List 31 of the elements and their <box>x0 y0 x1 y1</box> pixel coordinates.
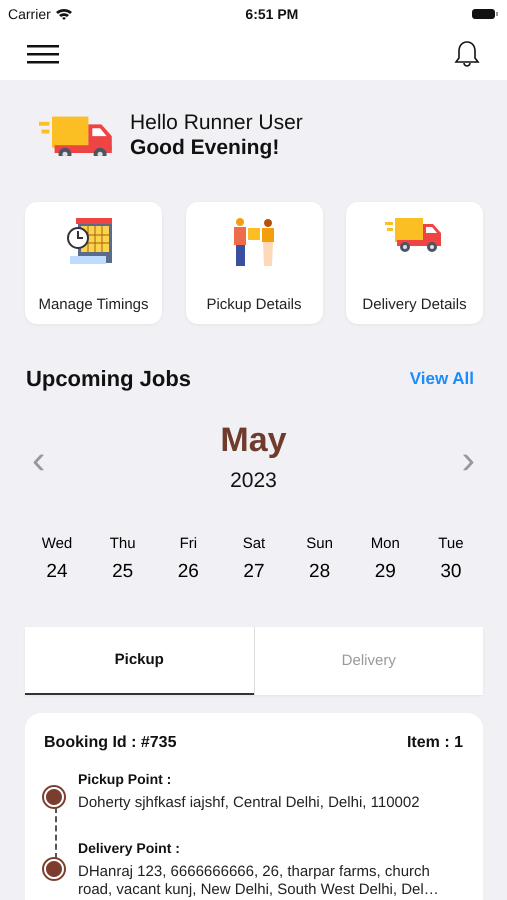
stop-address: Doherty sjhfkasf iajshf, Central Delhi, Delhi, 110002 <box>78 794 421 812</box>
day-button[interactable]: Wed 24 <box>29 532 85 587</box>
day-button[interactable]: Fri 26 <box>160 532 216 587</box>
location-pin-icon <box>44 858 64 879</box>
stop-label: Pickup Point : <box>78 770 172 789</box>
stop-label: Delivery Point : <box>78 838 181 858</box>
location-pin-icon <box>44 786 64 807</box>
booking-id: Booking Id : #735 <box>44 732 176 753</box>
carrier-name: Carrier <box>8 4 51 24</box>
shortcut-card[interactable]: Pickup Details <box>186 202 322 324</box>
year-label: 2023 <box>229 468 278 494</box>
day-button[interactable]: Sat 27 <box>226 532 282 587</box>
day-button[interactable]: Thu 25 <box>94 532 151 587</box>
month-label: May <box>220 423 287 458</box>
tab[interactable]: Pickup <box>25 626 254 695</box>
bell-icon[interactable] <box>453 39 481 69</box>
item-count: Item : 1 <box>406 732 463 753</box>
shortcut-card[interactable]: Delivery Details <box>346 202 483 324</box>
status-time: 6:51 PM <box>245 4 298 24</box>
day-button[interactable]: Sun 28 <box>292 532 348 587</box>
truck-icon <box>39 114 114 156</box>
section-title: Upcoming Jobs <box>26 365 192 394</box>
greeting-title: Good Evening! <box>130 135 280 160</box>
greeting-text: Hello Runner User <box>130 110 303 136</box>
battery-icon <box>470 7 499 21</box>
menu-icon[interactable] <box>26 42 60 66</box>
wifi-icon <box>54 7 73 21</box>
day-button[interactable]: Tue 30 <box>422 532 479 587</box>
day-button[interactable]: Mon 29 <box>357 532 414 587</box>
shortcut-card[interactable]: Manage Timings <box>25 202 162 324</box>
stop-address: DHanraj 123, 6666666666, 26, tharpar farms, church road, vacant kunj, New Delhi, South West Delhi, Del… <box>78 862 440 899</box>
